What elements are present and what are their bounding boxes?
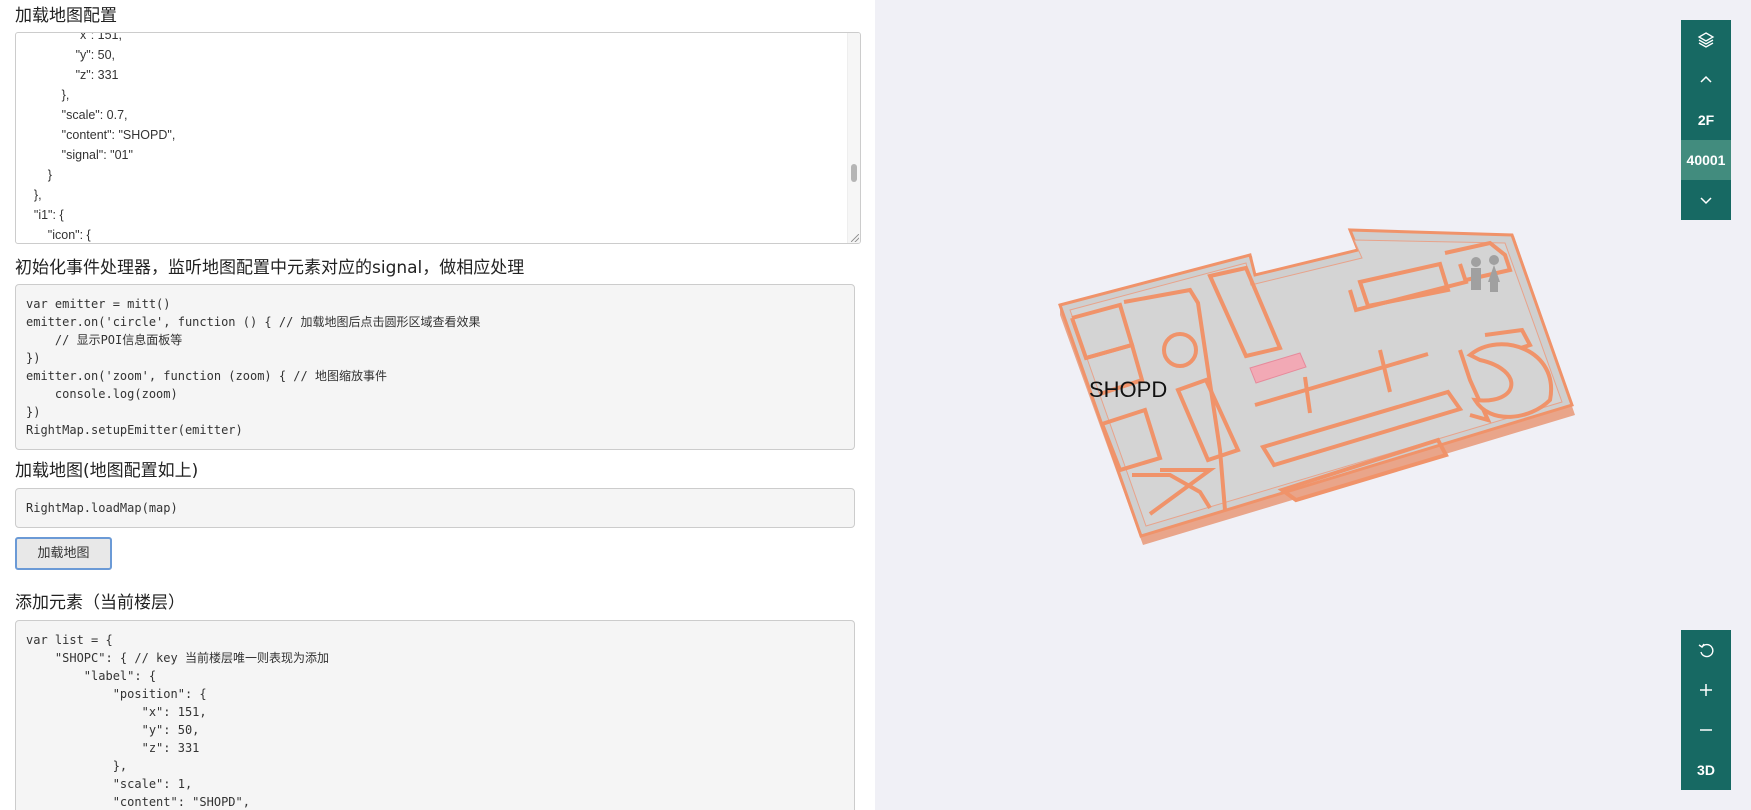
floor-indicator[interactable]: 2F [1681,100,1731,140]
emitter-code-block: var emitter = mitt() emitter.on('circle'… [15,284,855,450]
emitter-title: 初始化事件处理器，监听地图配置中元素对应的signal，做相应处理 [15,258,525,278]
resize-handle-icon[interactable] [851,234,859,242]
load-code-block: RightMap.loadMap(map) [15,488,855,528]
map-config-title: 加载地图配置 [15,6,117,26]
plus-icon[interactable] [1681,670,1731,710]
code-panel: 加载地图配置 "x": 151, "y": 50, "z": 331 }, "s… [0,0,875,810]
add-code: var list = { "SHOPC": { // key 当前楼层唯一则表现… [26,633,329,809]
load-map-button[interactable]: 加载地图 [15,537,112,570]
view-control-panel: 3D [1681,630,1731,790]
load-title: 加载地图(地图配置如上) [15,461,199,481]
map-viewport[interactable]: SHOPD [875,0,1751,810]
scrollbar-thumb[interactable] [851,164,857,182]
add-code-block: var list = { "SHOPC": { // key 当前楼层唯一则表现… [15,620,855,810]
floor-control-panel: 2F 40001 [1681,20,1731,220]
building-id-button[interactable]: 40001 [1681,140,1731,180]
textarea-scrollbar[interactable] [847,33,860,243]
chevron-down-icon[interactable] [1681,180,1731,220]
emitter-code: var emitter = mitt() emitter.on('circle'… [26,297,481,437]
map-config-textarea[interactable]: "x": 151, "y": 50, "z": 331 }, "scale": … [15,32,861,244]
minus-icon[interactable] [1681,710,1731,750]
map-config-text[interactable]: "x": 151, "y": 50, "z": 331 }, "scale": … [20,33,175,243]
rotate-icon[interactable] [1681,630,1731,670]
view-mode-button[interactable]: 3D [1681,750,1731,790]
floor-plan-3d[interactable] [875,0,1751,810]
shop-label[interactable]: SHOPD [1089,377,1167,403]
load-code: RightMap.loadMap(map) [26,501,178,515]
add-title: 添加元素（当前楼层） [15,593,185,613]
layers-icon[interactable] [1681,20,1731,60]
chevron-up-icon[interactable] [1681,60,1731,100]
